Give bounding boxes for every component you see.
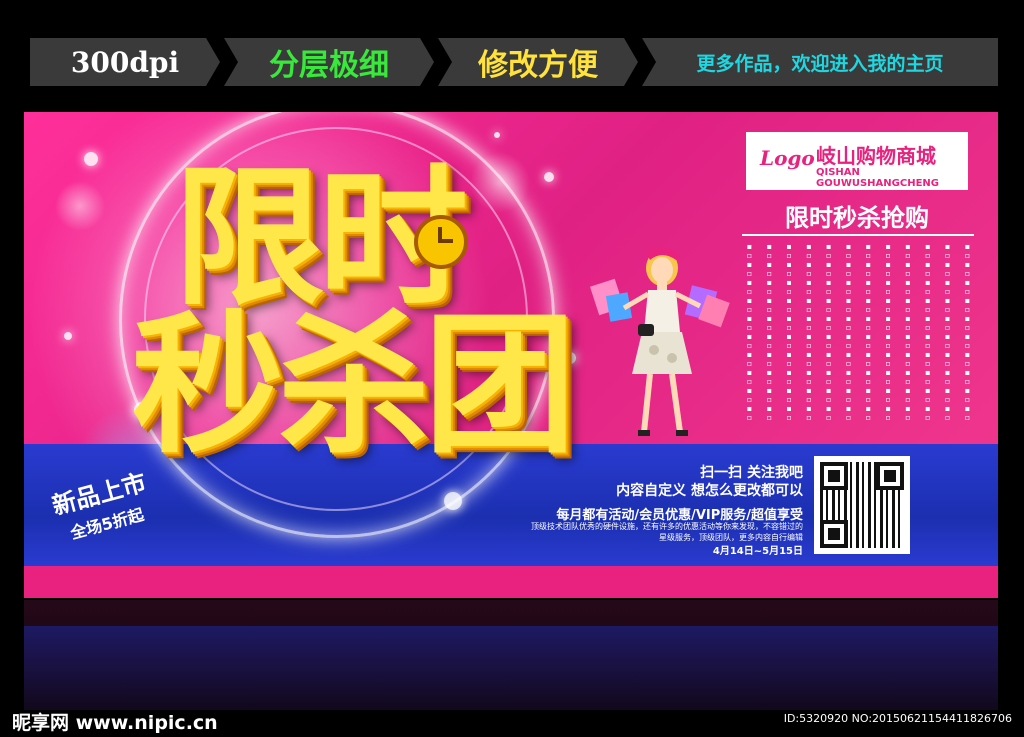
qr-finder [876, 462, 904, 490]
filler-text-column: ▪▫▪▫▪▫▪▫▪▫▪▫▪▫▪▫▪▫▪▫▪▫▪▫▪▫ [844, 242, 854, 422]
filler-text-column: ▪▫▪▫▪▫▪▫▪▫▪▫▪▫▪▫▪▫▪▫▪▫▪▫▪▫ [962, 242, 972, 422]
sparkle [544, 172, 554, 182]
clock-icon [414, 215, 468, 269]
promo-poster: 限时 秒杀团 新品上市 全场5折起 Logo 岐山购物商城 QISHAN GOU… [24, 112, 998, 598]
filler-text-column: ▪▫▪▫▪▫▪▫▪▫▪▫▪▫▪▫▪▫▪▫▪▫▪▫▪▫ [903, 242, 913, 422]
ribbon-label: 300dpi [70, 45, 180, 79]
ribbon-item-dpi: 300dpi [30, 38, 220, 86]
feature-ribbon: 300dpi 分层极细 修改方便 更多作品，欢迎进入我的主页 [30, 38, 998, 86]
ribbon-label: 修改方便 [478, 48, 598, 83]
logo-mark: Logo [760, 146, 815, 170]
poster-title-line2: 秒杀团 [132, 297, 576, 474]
sparkle [84, 152, 98, 166]
site-watermark: 昵享网 www.nipic.cn [12, 712, 218, 734]
description-line1: 顶级技术团队优秀的硬件设施，还有许多的优惠活动等你来发现，不容错过的 [531, 522, 803, 531]
ribbon-item-layers: 分层极细 [224, 38, 434, 86]
filler-text-column: ▪▫▪▫▪▫▪▫▪▫▪▫▪▫▪▫▪▫▪▫▪▫▪▫▪▫ [764, 242, 774, 422]
store-pinyin: QISHAN GOUWUSHANGCHENG [816, 167, 939, 189]
shopping-girl-illustration [590, 246, 730, 436]
qr-finder [820, 520, 848, 548]
slogan-divider [742, 234, 974, 236]
filler-text-column: ▪▫▪▫▪▫▪▫▪▫▪▫▪▫▪▫▪▫▪▫▪▫▪▫▪▫ [745, 242, 754, 422]
filler-text-column: ▪▫▪▫▪▫▪▫▪▫▪▫▪▫▪▫▪▫▪▫▪▫▪▫▪▫ [804, 242, 814, 422]
sparkle [64, 332, 72, 340]
sparkle [444, 492, 462, 510]
poster-reflection [24, 600, 998, 710]
pink-bottom-strip [24, 566, 998, 598]
ribbon-label: 分层极细 [269, 48, 389, 83]
qr-code[interactable] [814, 456, 910, 554]
reflection-band [24, 626, 998, 710]
filler-text-column: ▪▫▪▫▪▫▪▫▪▫▪▫▪▫▪▫▪▫▪▫▪▫▪▫▪▫ [824, 242, 834, 422]
ribbon-item-editable: 修改方便 [438, 38, 638, 86]
ribbon-item-homepage-link[interactable]: 更多作品，欢迎进入我的主页 [642, 38, 998, 86]
scan-prompt: 扫一扫 关注我吧 [700, 465, 803, 481]
filler-text-column: ▪▫▪▫▪▫▪▫▪▫▪▫▪▫▪▫▪▫▪▫▪▫▪▫▪▫ [784, 242, 794, 422]
filler-text-column: ▪▫▪▫▪▫▪▫▪▫▪▫▪▫▪▫▪▫▪▫▪▫▪▫▪▫ [863, 242, 873, 422]
filler-text-column: ▪▫▪▫▪▫▪▫▪▫▪▫▪▫▪▫▪▫▪▫▪▫▪▫▪▫ [883, 242, 893, 422]
sparkle [494, 132, 500, 138]
date-range: 4月14日~5月15日 [712, 546, 803, 557]
qr-finder [820, 462, 848, 490]
store-name: 岐山购物商城 [816, 144, 936, 168]
decorative-text-columns: ▪▫▪▫▪▫▪▫▪▫▪▫▪▫▪▫▪▫▪▫▪▫▪▫▪▫ ▪▫▪▫▪▫▪▫▪▫▪▫▪… [744, 242, 972, 422]
filler-text-column: ▪▫▪▫▪▫▪▫▪▫▪▫▪▫▪▫▪▫▪▫▪▫▪▫▪▫ [923, 242, 933, 422]
filler-text-column: ▪▫▪▫▪▫▪▫▪▫▪▫▪▫▪▫▪▫▪▫▪▫▪▫▪▫ [943, 242, 953, 422]
slogan: 限时秒杀抢购 [785, 204, 929, 232]
custom-content-note: 内容自定义 想怎么更改都可以 [616, 483, 803, 499]
image-id: ID:5320920 NO:20150621154411826706 [783, 712, 1012, 725]
ribbon-label: 更多作品，欢迎进入我的主页 [696, 52, 944, 75]
store-logo-card: Logo 岐山购物商城 QISHAN GOUWUSHANGCHENG [746, 132, 968, 190]
